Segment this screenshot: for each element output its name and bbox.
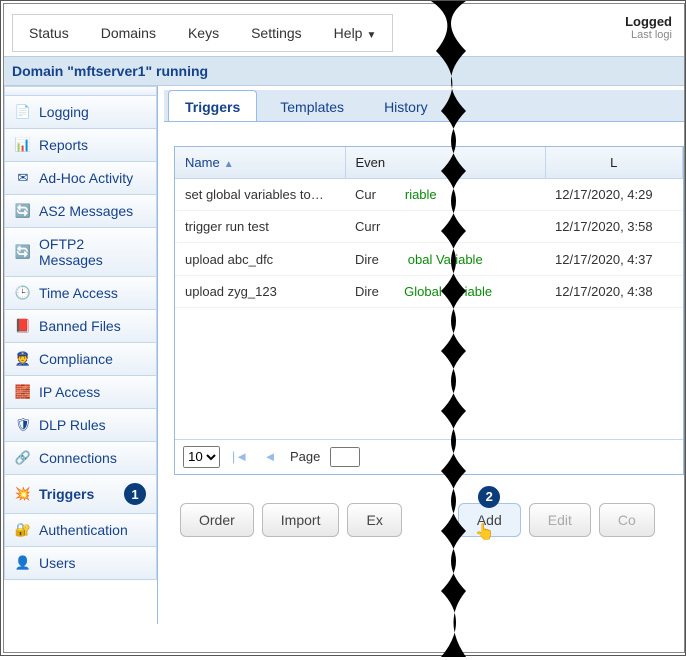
sync-icon: 🔄 [15,203,31,219]
content-area: Triggers Templates History Name▲ Even L [158,86,684,624]
col-name[interactable]: Name▲ [175,147,345,179]
last-login-label: Last logi [625,29,672,41]
sidebar-item-as2[interactable]: 🔄 AS2 Messages [4,195,157,228]
tab-templates[interactable]: Templates [263,90,361,121]
step-badge-1: 1 [124,483,146,505]
nav-domains[interactable]: Domains [85,15,172,51]
tab-triggers[interactable]: Triggers [168,90,257,121]
sidebar-item-logging[interactable]: 📄 Logging [4,96,157,129]
col-last[interactable]: L [545,147,683,179]
sidebar-item-oftp2[interactable]: 🔄 OFTP2 Messages [4,228,157,277]
col-event[interactable]: Even [345,147,545,179]
sidebar-label: Time Access [39,285,118,301]
nav-settings[interactable]: Settings [235,15,318,51]
step-badge-2: 2 [478,486,500,508]
officer-icon: 👮 [15,351,31,367]
sidebar-item-authentication[interactable]: 🔐 Authentication [4,514,157,547]
sidebar-item-cutoff[interactable] [4,86,157,96]
domain-status-bar: Domain "mftserver1" running [4,56,684,86]
export-button[interactable]: Ex [347,503,401,537]
logged-label: Logged [625,14,672,29]
cell-last: 12/17/2020, 4:29 [545,179,683,211]
top-nav: Status Domains Keys Settings Help▼ [12,14,393,52]
sidebar: 📄 Logging 📊 Reports ✉ Ad-Hoc Activity 🔄 AS2 … [4,86,158,624]
sort-asc-icon: ▲ [224,159,234,170]
sidebar-item-users[interactable]: 👤 Users [4,547,157,580]
sidebar-label: DLP Rules [39,417,106,433]
tab-history[interactable]: History [367,90,445,121]
table-row[interactable]: set global variables to… Cur riable 12/1… [175,179,683,211]
book-icon: 📕 [15,318,31,334]
cell-name: upload zyg_123 [175,275,345,307]
lock-icon: 🔐 [15,522,31,538]
sidebar-label: Reports [39,137,88,153]
firewall-icon: 🧱 [15,384,31,400]
page-input[interactable] [330,447,360,467]
sidebar-label: Users [39,555,76,571]
tabs-bar: Triggers Templates History [164,90,684,122]
user-icon: 👤 [15,555,31,571]
sidebar-label: AS2 Messages [39,203,133,219]
login-status: Logged Last logi [625,14,672,52]
page-size-select[interactable]: 10 [183,446,220,468]
caret-down-icon: ▼ [366,30,376,41]
cell-event: Cur riable [345,179,545,211]
cell-name: upload abc_dfc [175,243,345,275]
logging-icon: 📄 [15,104,31,120]
sidebar-item-time-access[interactable]: 🕒 Time Access [4,277,157,310]
sidebar-item-adhoc[interactable]: ✉ Ad-Hoc Activity [4,162,157,195]
pager: 10 |◄ ◄ Page [175,439,683,474]
sidebar-item-connections[interactable]: 🔗 Connections [4,442,157,475]
nav-help[interactable]: Help▼ [318,15,393,51]
top-bar: Status Domains Keys Settings Help▼ Logge… [4,4,684,56]
sidebar-item-dlp-rules[interactable]: 🛡 DLP Rules [4,409,157,442]
cell-last: 12/17/2020, 4:37 [545,243,683,275]
sidebar-label: IP Access [39,384,100,400]
cell-name: trigger run test [175,211,345,243]
edit-button[interactable]: Edit [529,503,591,537]
sidebar-item-compliance[interactable]: 👮 Compliance [4,343,157,376]
cell-event: Curr [345,211,545,243]
mail-icon: ✉ [15,170,31,186]
sidebar-label: Logging [39,104,89,120]
sidebar-label: Triggers [39,486,94,502]
table-row[interactable]: upload zyg_123 Dire Global Variable 12/1… [175,275,683,307]
trigger-icon: 💥 [15,486,31,502]
sidebar-label: Authentication [39,522,128,538]
triggers-table: Name▲ Even L set global variables to… Cu… [174,146,684,475]
page-label: Page [290,449,320,464]
sidebar-item-banned-files[interactable]: 📕 Banned Files [4,310,157,343]
table-row[interactable]: upload abc_dfc Dire obal Variable 12/17/… [175,243,683,275]
pager-first-icon[interactable]: |◄ [230,447,250,467]
cell-event: Dire obal Variable [345,243,545,275]
cell-event: Dire Global Variable [345,275,545,307]
nav-status[interactable]: Status [13,15,85,51]
sidebar-label: Banned Files [39,318,121,334]
sidebar-item-reports[interactable]: 📊 Reports [4,129,157,162]
sidebar-item-triggers[interactable]: 💥 Triggers 1 [4,475,157,514]
import-button[interactable]: Import [262,503,340,537]
table-row[interactable]: trigger run test Curr 12/17/2020, 3:58 [175,211,683,243]
pager-prev-icon[interactable]: ◄ [260,447,280,467]
sidebar-label: Connections [39,450,117,466]
add-button[interactable]: 2 Add 👆 [458,503,521,537]
sync-icon: 🔄 [15,244,31,260]
reports-icon: 📊 [15,137,31,153]
sidebar-label: Compliance [39,351,113,367]
order-button[interactable]: Order [180,503,254,537]
link-icon: 🔗 [15,450,31,466]
nav-keys[interactable]: Keys [172,15,235,51]
cell-name: set global variables to… [175,179,345,211]
shield-icon: 🛡 [15,417,31,433]
sidebar-label: Ad-Hoc Activity [39,170,133,186]
button-bar: Order Import Ex 2 Add 👆 Edit Co [180,503,684,537]
sidebar-item-ip-access[interactable]: 🧱 IP Access [4,376,157,409]
sidebar-label: OFTP2 Messages [39,236,146,268]
cell-last: 12/17/2020, 3:58 [545,211,683,243]
clock-icon: 🕒 [15,285,31,301]
copy-button[interactable]: Co [599,503,655,537]
cell-last: 12/17/2020, 4:38 [545,275,683,307]
